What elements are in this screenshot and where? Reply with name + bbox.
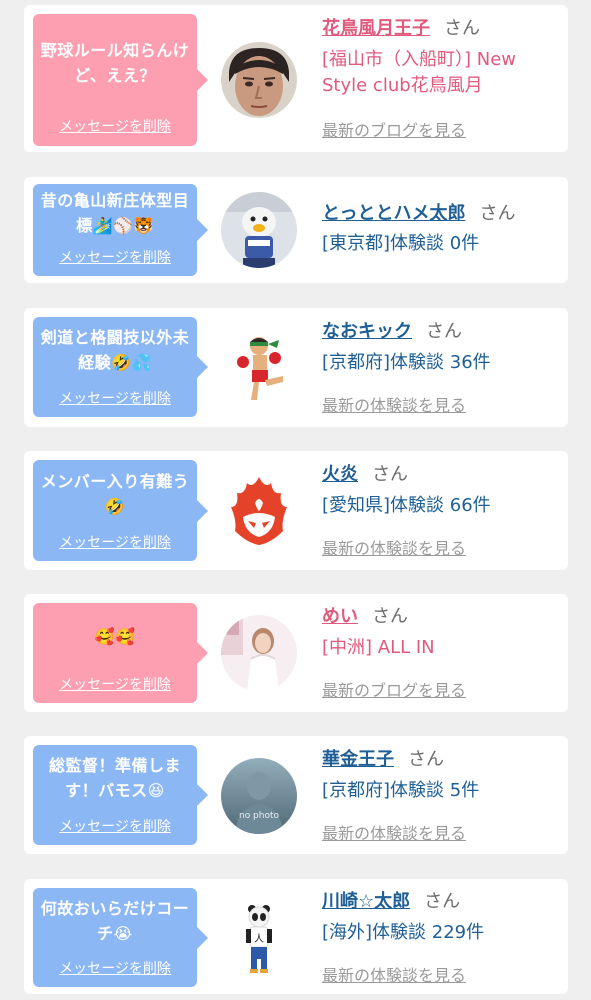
avatar[interactable] (221, 473, 297, 549)
delete-message-link[interactable]: メッセージを削除 (33, 388, 197, 408)
user-name-link[interactable]: 火炎 (322, 464, 358, 485)
user-card: 何故おいらだけコーチ😭 メッセージを削除 人 川崎☆太郎 さん [海外]体験談 2… (24, 879, 568, 994)
name-line: 華金王子 さん (322, 747, 560, 773)
user-card: 総監督！準備します！バモス😆 メッセージを削除 no photo 華金王子 さん … (24, 736, 568, 854)
man-face-photo-icon (221, 42, 297, 118)
latest-post-link[interactable]: 最新の体験談を見る (322, 535, 466, 559)
user-name-link[interactable]: とっととハメ太郎 (322, 203, 465, 224)
user-info: 川崎☆太郎 さん [海外]体験談 229件 最新の体験談を見る (322, 889, 560, 993)
user-name-link[interactable]: 川崎☆太郎 (322, 891, 410, 912)
user-description: [東京都]体験談 0件 (322, 233, 480, 254)
user-info: めい さん [中洲] ALL IN 最新のブログを見る (322, 604, 560, 708)
avatar[interactable]: 人 (221, 899, 297, 975)
user-name-link[interactable]: めい (322, 606, 358, 627)
honorific: さん (426, 321, 462, 342)
svg-text:no photo: no photo (239, 811, 280, 821)
svg-text:人: 人 (254, 933, 264, 945)
user-name-link[interactable]: 花鳥風月王子 (322, 18, 430, 39)
delete-message-link[interactable]: メッセージを削除 (33, 247, 197, 267)
honorific: さん (408, 749, 444, 770)
message-bubble: 野球ルール知らんけど、ええ？ メッセージを削除 (33, 14, 208, 146)
name-line: 火炎 さん (322, 462, 560, 488)
message-bubble: 昔の亀山新庄体型目標🏄‍♂️⚾🐯 メッセージを削除 (33, 184, 208, 276)
user-card: 野球ルール知らんけど、ええ？ メッセージを削除 花鳥風月王子 さん [福山市（入船… (24, 5, 568, 152)
message-text: 昔の亀山新庄体型目標🏄‍♂️⚾🐯 (40, 191, 190, 235)
flame-emblem-icon (221, 473, 297, 549)
user-description: [海外]体験談 229件 (322, 922, 485, 943)
delete-message-link[interactable]: メッセージを削除 (33, 532, 197, 552)
name-line: めい さん (322, 604, 560, 630)
woman-photo-icon (221, 615, 297, 691)
user-info: 華金王子 さん [京都府]体験談 5件 最新の体験談を見る (322, 747, 560, 851)
message-bubble: メンバー入り有難う🤣 メッセージを削除 (33, 460, 208, 561)
user-description: [京都府]体験談 5件 (322, 780, 480, 801)
delete-message-link[interactable]: メッセージを削除 (33, 816, 197, 836)
user-card: 剣道と格闘技以外未経験🤣💦 メッセージを削除 なおキック さん [京都府]体験談 … (24, 308, 568, 427)
name-line: なおキック さん (322, 319, 560, 345)
latest-post-link[interactable]: 最新のブログを見る (322, 677, 466, 701)
user-description: [中洲] ALL IN (322, 637, 435, 658)
delete-message-link[interactable]: メッセージを削除 (33, 958, 197, 978)
user-card: 昔の亀山新庄体型目標🏄‍♂️⚾🐯 メッセージを削除 とっととハメ太郎 さん [東京… (24, 177, 568, 283)
name-line: 花鳥風月王子 さん (322, 16, 560, 42)
message-text: 総監督！準備します！バモス😆 (48, 756, 181, 800)
honorific: さん (372, 606, 408, 627)
user-card: メンバー入り有難う🤣 メッセージを削除 火炎 さん [愛知県]体験談 66件 最新… (24, 451, 568, 570)
no-photo-icon: no photo (221, 758, 297, 834)
user-description: [京都府]体験談 36件 (322, 352, 491, 373)
latest-post-link[interactable]: 最新の体験談を見る (322, 392, 466, 416)
name-line: とっととハメ太郎 さん (322, 201, 560, 227)
latest-post-link[interactable]: 最新のブログを見る (322, 117, 466, 141)
delete-message-link[interactable]: メッセージを削除 (33, 116, 197, 136)
message-bubble: 何故おいらだけコーチ😭 メッセージを削除 (33, 888, 208, 987)
message-bubble: 🥰🥰 メッセージを削除 (33, 603, 208, 703)
message-text: 野球ルール知らんけど、ええ？ (40, 41, 190, 85)
latest-post-link[interactable]: 最新の体験談を見る (322, 820, 466, 844)
user-info: とっととハメ太郎 さん [東京都]体験談 0件 (322, 201, 560, 281)
name-line: 川崎☆太郎 さん (322, 889, 560, 915)
delete-message-link[interactable]: メッセージを削除 (33, 674, 197, 694)
latest-post-link[interactable]: 最新の体験談を見る (322, 962, 466, 986)
avatar[interactable] (221, 330, 297, 406)
avatar[interactable]: no photo (221, 758, 297, 834)
honorific: さん (479, 203, 516, 224)
message-text: 剣道と格闘技以外未経験🤣💦 (40, 328, 190, 372)
kickboxer-icon (221, 330, 297, 406)
user-description: [福山市（入船町）] New Style club花鳥風月 (322, 49, 517, 96)
honorific: さん (444, 18, 480, 39)
user-name-link[interactable]: なおキック (322, 321, 412, 342)
message-bubble: 総監督！準備します！バモス😆 メッセージを削除 (33, 745, 208, 845)
message-text: メンバー入り有難う🤣 (40, 471, 190, 516)
user-info: 火炎 さん [愛知県]体験談 66件 最新の体験談を見る (322, 462, 560, 566)
user-card: 🥰🥰 メッセージを削除 めい さん [中洲] ALL IN 最新のブログを見る (24, 594, 568, 712)
avatar[interactable] (221, 615, 297, 691)
honorific: さん (372, 464, 408, 485)
user-info: 花鳥風月王子 さん [福山市（入船町）] New Style club花鳥風月 最… (322, 16, 560, 146)
avatar[interactable] (221, 42, 297, 118)
message-bubble: 剣道と格闘技以外未経験🤣💦 メッセージを削除 (33, 317, 208, 417)
message-text: 🥰🥰 (94, 626, 136, 646)
panda-figure-icon: 人 (221, 899, 297, 975)
penguin-mascot-icon (221, 192, 297, 268)
user-name-link[interactable]: 華金王子 (322, 749, 394, 770)
message-text: 何故おいらだけコーチ😭 (40, 898, 190, 943)
user-info: なおキック さん [京都府]体験談 36件 最新の体験談を見る (322, 319, 560, 423)
user-description: [愛知県]体験談 66件 (322, 495, 491, 516)
honorific: さん (424, 891, 461, 912)
avatar[interactable] (221, 192, 297, 268)
